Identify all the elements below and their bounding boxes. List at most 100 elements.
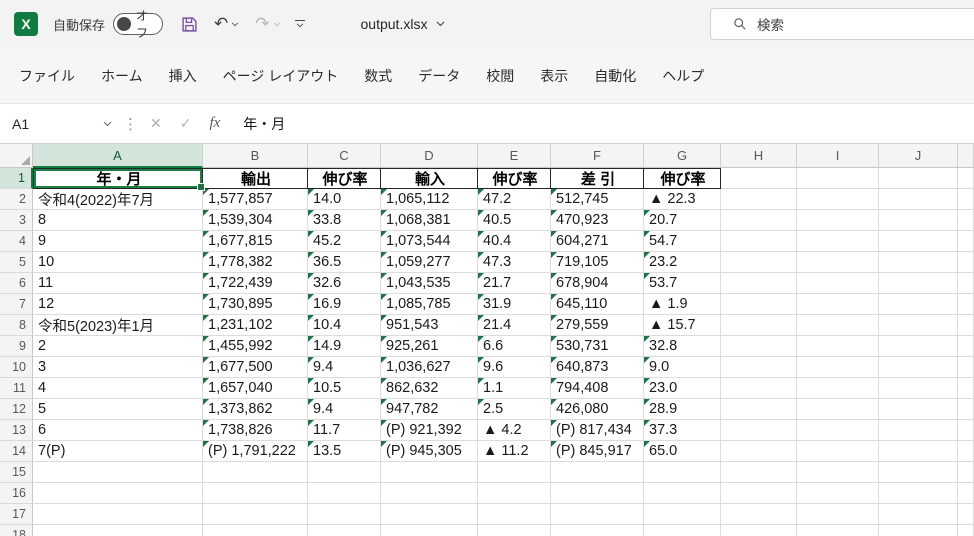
quick-access-toolbar-overflow-button[interactable] — [294, 20, 305, 28]
cell-E10[interactable]: 9.6 — [478, 357, 551, 378]
cell-D18[interactable] — [381, 525, 478, 536]
insert-function-button[interactable]: fx — [200, 115, 229, 132]
cell-C1[interactable]: 伸び率 — [308, 168, 381, 189]
cell-B8[interactable]: 1,231,102 — [203, 315, 308, 336]
cell-J12[interactable] — [879, 399, 958, 420]
ribbon-tab-file[interactable]: ファイル — [6, 48, 88, 103]
ribbon-tab-formulas[interactable]: 数式 — [351, 48, 405, 103]
ribbon-tab-insert[interactable]: 挿入 — [156, 48, 210, 103]
cell-C6[interactable]: 32.6 — [308, 273, 381, 294]
cell-E8[interactable]: 21.4 — [478, 315, 551, 336]
cell-G4[interactable]: 54.7 — [644, 231, 721, 252]
cell-A1[interactable]: 年・月 — [33, 168, 205, 191]
cell-A15[interactable] — [33, 462, 203, 483]
row-header-9[interactable]: 9 — [0, 336, 33, 357]
row-header-17[interactable]: 17 — [0, 504, 33, 525]
cell-C11[interactable]: 10.5 — [308, 378, 381, 399]
cell-H4[interactable] — [721, 231, 797, 252]
cell-I1[interactable] — [797, 168, 879, 189]
cell-C5[interactable]: 36.5 — [308, 252, 381, 273]
cell-F4[interactable]: 604,271 — [551, 231, 644, 252]
cell-C13[interactable]: 11.7 — [308, 420, 381, 441]
cell-E17[interactable] — [478, 504, 551, 525]
cell-J2[interactable] — [879, 189, 958, 210]
cell-J4[interactable] — [879, 231, 958, 252]
cell-G7[interactable]: ▲ 1.9 — [644, 294, 721, 315]
cell-B2[interactable]: 1,577,857 — [203, 189, 308, 210]
column-header-C[interactable]: C — [308, 144, 381, 168]
cell-I14[interactable] — [797, 441, 879, 462]
cell-E1[interactable]: 伸び率 — [478, 168, 551, 189]
fill-handle[interactable] — [197, 183, 205, 191]
cell-E7[interactable]: 31.9 — [478, 294, 551, 315]
search-input[interactable]: 検索 — [710, 8, 974, 40]
cell-A9[interactable]: 2 — [33, 336, 203, 357]
document-title[interactable]: output.xlsx — [361, 16, 446, 32]
cell-J10[interactable] — [879, 357, 958, 378]
cell-H10[interactable] — [721, 357, 797, 378]
cell-G8[interactable]: ▲ 15.7 — [644, 315, 721, 336]
cell-J5[interactable] — [879, 252, 958, 273]
cancel-entry-button[interactable]: ✕ — [141, 115, 171, 132]
cell-I7[interactable] — [797, 294, 879, 315]
undo-dropdown-icon[interactable] — [231, 22, 239, 27]
cell-I9[interactable] — [797, 336, 879, 357]
cell-D13[interactable]: (P) 921,392 — [381, 420, 478, 441]
cell-B14[interactable]: (P) 1,791,222 — [203, 441, 308, 462]
cell-G13[interactable]: 37.3 — [644, 420, 721, 441]
cell-J9[interactable] — [879, 336, 958, 357]
cell-A17[interactable] — [33, 504, 203, 525]
cell-E3[interactable]: 40.5 — [478, 210, 551, 231]
row-header-6[interactable]: 6 — [0, 273, 33, 294]
cell-A10[interactable]: 3 — [33, 357, 203, 378]
cell-J14[interactable] — [879, 441, 958, 462]
cell-D12[interactable]: 947,782 — [381, 399, 478, 420]
column-header-I[interactable]: I — [797, 144, 879, 168]
redo-dropdown-icon[interactable] — [273, 22, 281, 27]
cell-F8[interactable]: 279,559 — [551, 315, 644, 336]
cell-C2[interactable]: 14.0 — [308, 189, 381, 210]
undo-button[interactable]: ↶ — [214, 15, 239, 33]
cell-J11[interactable] — [879, 378, 958, 399]
column-header-H[interactable]: H — [721, 144, 797, 168]
cell-H1[interactable] — [721, 168, 797, 189]
cell-E18[interactable] — [478, 525, 551, 536]
cell-C10[interactable]: 9.4 — [308, 357, 381, 378]
cell-A6[interactable]: 11 — [33, 273, 203, 294]
ribbon-tab-data[interactable]: データ — [405, 48, 473, 103]
cell-D14[interactable]: (P) 945,305 — [381, 441, 478, 462]
cell-E4[interactable]: 40.4 — [478, 231, 551, 252]
cell-A14[interactable]: 7(P) — [33, 441, 203, 462]
redo-button[interactable]: ↷ — [255, 15, 281, 33]
row-header-4[interactable]: 4 — [0, 231, 33, 252]
cell-I3[interactable] — [797, 210, 879, 231]
cell-A8[interactable]: 令和5(2023)年1月 — [33, 315, 203, 336]
cell-B15[interactable] — [203, 462, 308, 483]
cell-E6[interactable]: 21.7 — [478, 273, 551, 294]
cell-F13[interactable]: (P) 817,434 — [551, 420, 644, 441]
cell-F11[interactable]: 794,408 — [551, 378, 644, 399]
cell-D4[interactable]: 1,073,544 — [381, 231, 478, 252]
cell-F14[interactable]: (P) 845,917 — [551, 441, 644, 462]
cell-H16[interactable] — [721, 483, 797, 504]
cell-A18[interactable] — [33, 525, 203, 536]
cell-C18[interactable] — [308, 525, 381, 536]
cell-G2[interactable]: ▲ 22.3 — [644, 189, 721, 210]
cell-A3[interactable]: 8 — [33, 210, 203, 231]
cell-I10[interactable] — [797, 357, 879, 378]
cell-G15[interactable] — [644, 462, 721, 483]
ribbon-tab-view[interactable]: 表示 — [527, 48, 581, 103]
cell-F3[interactable]: 470,923 — [551, 210, 644, 231]
row-header-13[interactable]: 13 — [0, 420, 33, 441]
cell-H5[interactable] — [721, 252, 797, 273]
cell-H15[interactable] — [721, 462, 797, 483]
cell-I2[interactable] — [797, 189, 879, 210]
cell-B1[interactable]: 輸出 — [203, 168, 308, 189]
row-header-10[interactable]: 10 — [0, 357, 33, 378]
ribbon-tab-home[interactable]: ホーム — [88, 48, 156, 103]
cell-D1[interactable]: 輸入 — [381, 168, 478, 189]
cell-G17[interactable] — [644, 504, 721, 525]
cell-G11[interactable]: 23.0 — [644, 378, 721, 399]
cell-E14[interactable]: ▲ 11.2 — [478, 441, 551, 462]
cell-H18[interactable] — [721, 525, 797, 536]
